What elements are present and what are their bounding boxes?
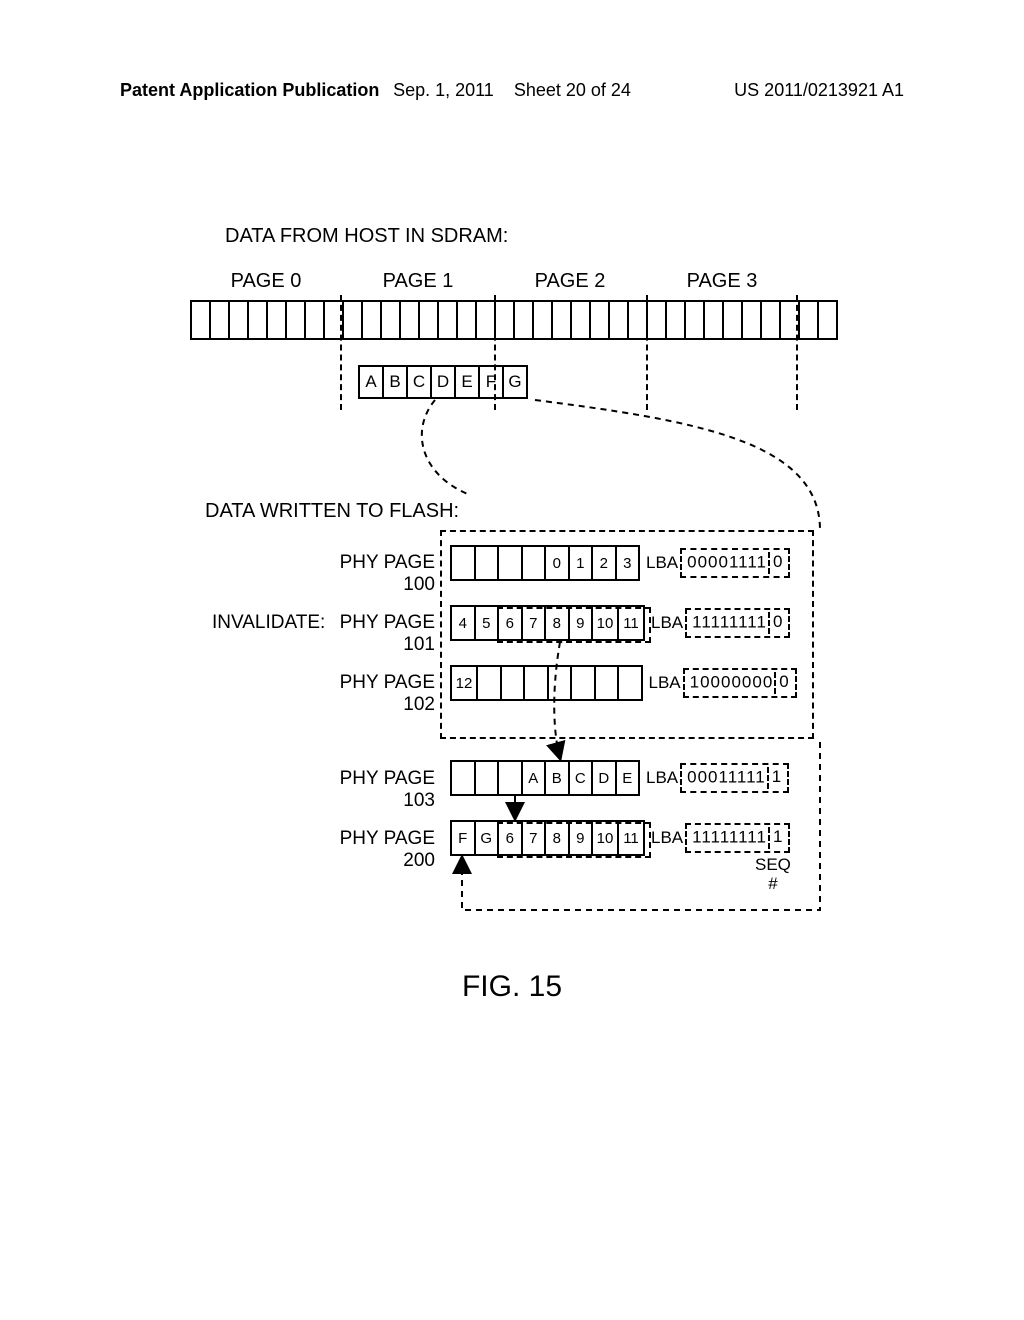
host-data-row: A B C D E F G bbox=[358, 365, 528, 399]
pub-number: US 2011/0213921 A1 bbox=[734, 80, 904, 101]
page-label: PAGE 3 bbox=[646, 270, 798, 293]
figure-number: FIG. 15 bbox=[0, 970, 1024, 1004]
lba-mask: 000011110 bbox=[680, 548, 790, 578]
phy-page-label: PHY PAGE 102 bbox=[315, 672, 435, 716]
copy-source-highlight bbox=[497, 607, 651, 643]
invalidate-label: INVALIDATE: bbox=[212, 612, 325, 634]
host-sector: C bbox=[408, 367, 432, 397]
seq-label: SEQ# bbox=[755, 856, 791, 893]
page-boundary bbox=[340, 295, 342, 410]
lba-field: LBA bbox=[644, 764, 680, 792]
lba-field: LBA bbox=[644, 549, 680, 577]
copy-dest-highlight bbox=[497, 822, 651, 858]
page-label: PAGE 1 bbox=[342, 270, 494, 293]
host-sector: F bbox=[480, 367, 504, 397]
host-sector: B bbox=[384, 367, 408, 397]
page-boundary bbox=[796, 295, 798, 410]
flash-heading: DATA WRITTEN TO FLASH: bbox=[205, 500, 459, 523]
page-label: PAGE 0 bbox=[190, 270, 342, 293]
lba-field: LBA bbox=[649, 609, 685, 637]
sheet-num: Sheet 20 of 24 bbox=[514, 80, 631, 100]
phy-page-label: PHY PAGE 101 bbox=[315, 612, 435, 656]
header-mid: Sep. 1, 2011 Sheet 20 of 24 bbox=[393, 80, 631, 101]
phy-row: 12 LBA 100000000 bbox=[450, 665, 797, 701]
lba-mask: 111111110 bbox=[685, 608, 790, 638]
phy-page-label: PHY PAGE 103 bbox=[315, 768, 435, 812]
lba-field: LBA bbox=[649, 824, 685, 852]
sdram-page-labels: PAGE 0 PAGE 1 PAGE 2 PAGE 3 bbox=[190, 270, 798, 293]
host-sector: D bbox=[432, 367, 456, 397]
phy-row: 01 23 LBA 000011110 bbox=[450, 545, 790, 581]
pub-type: Patent Application Publication bbox=[120, 80, 379, 101]
sdram-grid bbox=[190, 300, 838, 340]
page-header: Patent Application Publication Sep. 1, 2… bbox=[0, 80, 1024, 101]
host-sector: A bbox=[360, 367, 384, 397]
phy-page-label: PHY PAGE 200 bbox=[315, 828, 435, 872]
phy-page-label: PHY PAGE 100 bbox=[315, 552, 435, 596]
phy-row: A BC DE LBA 000111111 bbox=[450, 760, 789, 796]
sdram-heading: DATA FROM HOST IN SDRAM: bbox=[225, 225, 508, 248]
lba-mask: 100000000 bbox=[683, 668, 797, 698]
lba-field: LBA bbox=[647, 669, 683, 697]
lba-mask: 000111111 bbox=[680, 763, 789, 793]
host-sector: E bbox=[456, 367, 480, 397]
lba-mask: 111111111 bbox=[685, 823, 790, 853]
host-sector: G bbox=[504, 367, 528, 397]
pub-date: Sep. 1, 2011 bbox=[393, 80, 494, 100]
page-boundary bbox=[646, 295, 648, 410]
page-label: PAGE 2 bbox=[494, 270, 646, 293]
